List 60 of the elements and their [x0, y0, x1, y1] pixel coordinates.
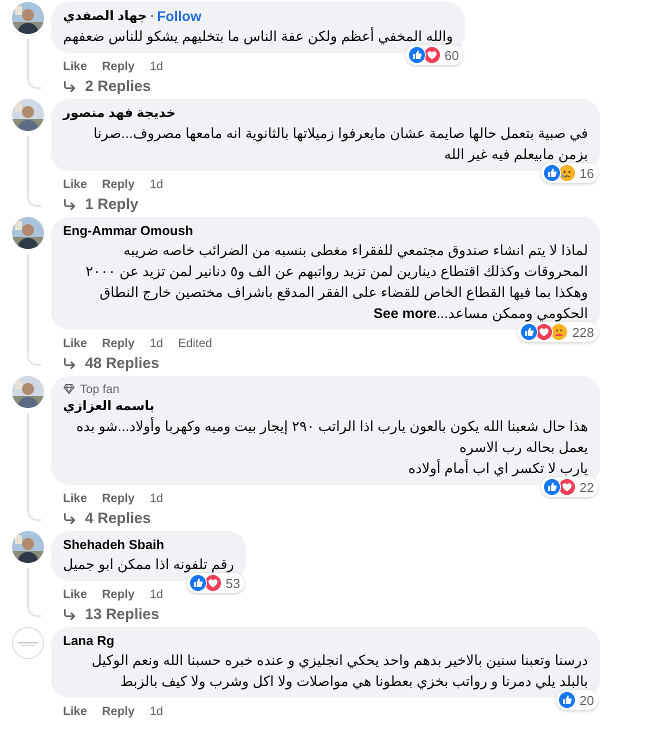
follow-link[interactable]: Follow: [157, 8, 202, 24]
view-replies-link[interactable]: 1 Reply: [85, 196, 138, 213]
reply-arrow-icon: [63, 358, 77, 370]
reply-arrow-icon: [63, 80, 77, 92]
comment-text: رقم تلفونه اذا ممكن ابو جميل: [63, 555, 234, 574]
reply-link[interactable]: Reply: [102, 490, 135, 504]
author-name[interactable]: باسمه العزازي: [63, 398, 154, 414]
author-name[interactable]: Shehadeh Sbaih: [63, 537, 164, 552]
reaction-summary[interactable]: 53: [186, 573, 244, 593]
comment-text: والله المخفي أعظم ولكن عفة الناس ما بتخليهم يشكو للناس ضعفهم: [63, 26, 454, 46]
reaction-summary[interactable]: 20: [556, 690, 598, 710]
reply-link[interactable]: Reply: [102, 704, 135, 718]
author-name[interactable]: Eng-Ammar Omoush: [63, 223, 194, 238]
reply-link[interactable]: Reply: [102, 336, 135, 350]
reaction-count: 60: [444, 48, 460, 62]
timestamp[interactable]: 1d: [150, 58, 164, 72]
timestamp[interactable]: 1d: [150, 490, 164, 504]
thread-connector: [27, 39, 41, 89]
diamond-icon: [63, 383, 75, 395]
like-link[interactable]: Like: [63, 586, 88, 600]
reaction-count: 228: [572, 324, 594, 340]
like-link[interactable]: Like: [63, 336, 88, 350]
see-more-link[interactable]: See more: [373, 305, 437, 321]
reply-link[interactable]: Reply: [102, 176, 135, 190]
reply-arrow-icon: [63, 608, 77, 620]
like-link[interactable]: Like: [63, 490, 88, 504]
reaction-summary[interactable]: 60: [406, 45, 464, 65]
view-replies-link[interactable]: 48 Replies: [85, 355, 160, 372]
thread-connector: [27, 568, 41, 617]
reaction-summary[interactable]: 16: [540, 163, 598, 183]
timestamp[interactable]: 1d: [150, 176, 164, 190]
timestamp[interactable]: 1d: [150, 586, 164, 600]
separator-dot: [151, 15, 154, 17]
reaction-count: 20: [580, 692, 594, 708]
author-name[interactable]: Lana Rg: [63, 633, 114, 648]
comment-text: هذا حال شعبنا الله يكون بالعون يارب اذا الراتب ٢٩٠ إيجار بيت وميه وكهربا وأولاد...شو بده يعمل بحاله رب الاسره يارب لا تكسر اي اب أمام أولاده: [75, 416, 588, 478]
like-link[interactable]: Like: [63, 704, 88, 718]
reply-link[interactable]: Reply: [102, 586, 135, 600]
reaction-count: 22: [580, 480, 594, 494]
timestamp[interactable]: 1d: [150, 704, 164, 718]
view-replies-link[interactable]: 13 Replies: [85, 606, 160, 623]
reaction-summary[interactable]: 22: [540, 477, 598, 497]
thread-connector: [27, 136, 41, 207]
like-link[interactable]: Like: [63, 176, 88, 190]
reply-arrow-icon: [63, 512, 77, 524]
comment-text: درسنا وتعبنا سنين بالاخير بدهم واحد يحكي انجليزي و عنده خبره حسبنا الله ونعم الوكيل بالبلد يلي دمرنا و رواتب بخزي بعطونا هي مواصلات ولا اكل وشرب ولا كيف بالزبط: [90, 651, 588, 692]
author-name[interactable]: جهاد الصفدي: [63, 8, 148, 24]
reply-arrow-icon: [63, 198, 77, 210]
view-replies-link[interactable]: 4 Replies: [85, 510, 151, 527]
reaction-summary[interactable]: 228: [518, 322, 598, 342]
top-fan-label: Top fan: [80, 382, 120, 396]
reply-link[interactable]: Reply: [102, 58, 135, 72]
like-link[interactable]: Like: [63, 58, 88, 72]
comment-text: في صبية بتعمل حالها صايمة عشان مايعرفوا زميلاتها بالثانوية انه مامعها مصروف...صرنا بزمن مابيعلم فيه غير الله: [92, 124, 588, 164]
edited-label: Edited: [178, 336, 212, 350]
author-name[interactable]: خديجة فهد منصور: [63, 105, 176, 121]
timestamp[interactable]: 1d: [150, 336, 164, 350]
reaction-count: 16: [580, 166, 594, 180]
reaction-count: 53: [226, 576, 240, 590]
view-replies-link[interactable]: 2 Replies: [85, 78, 151, 95]
